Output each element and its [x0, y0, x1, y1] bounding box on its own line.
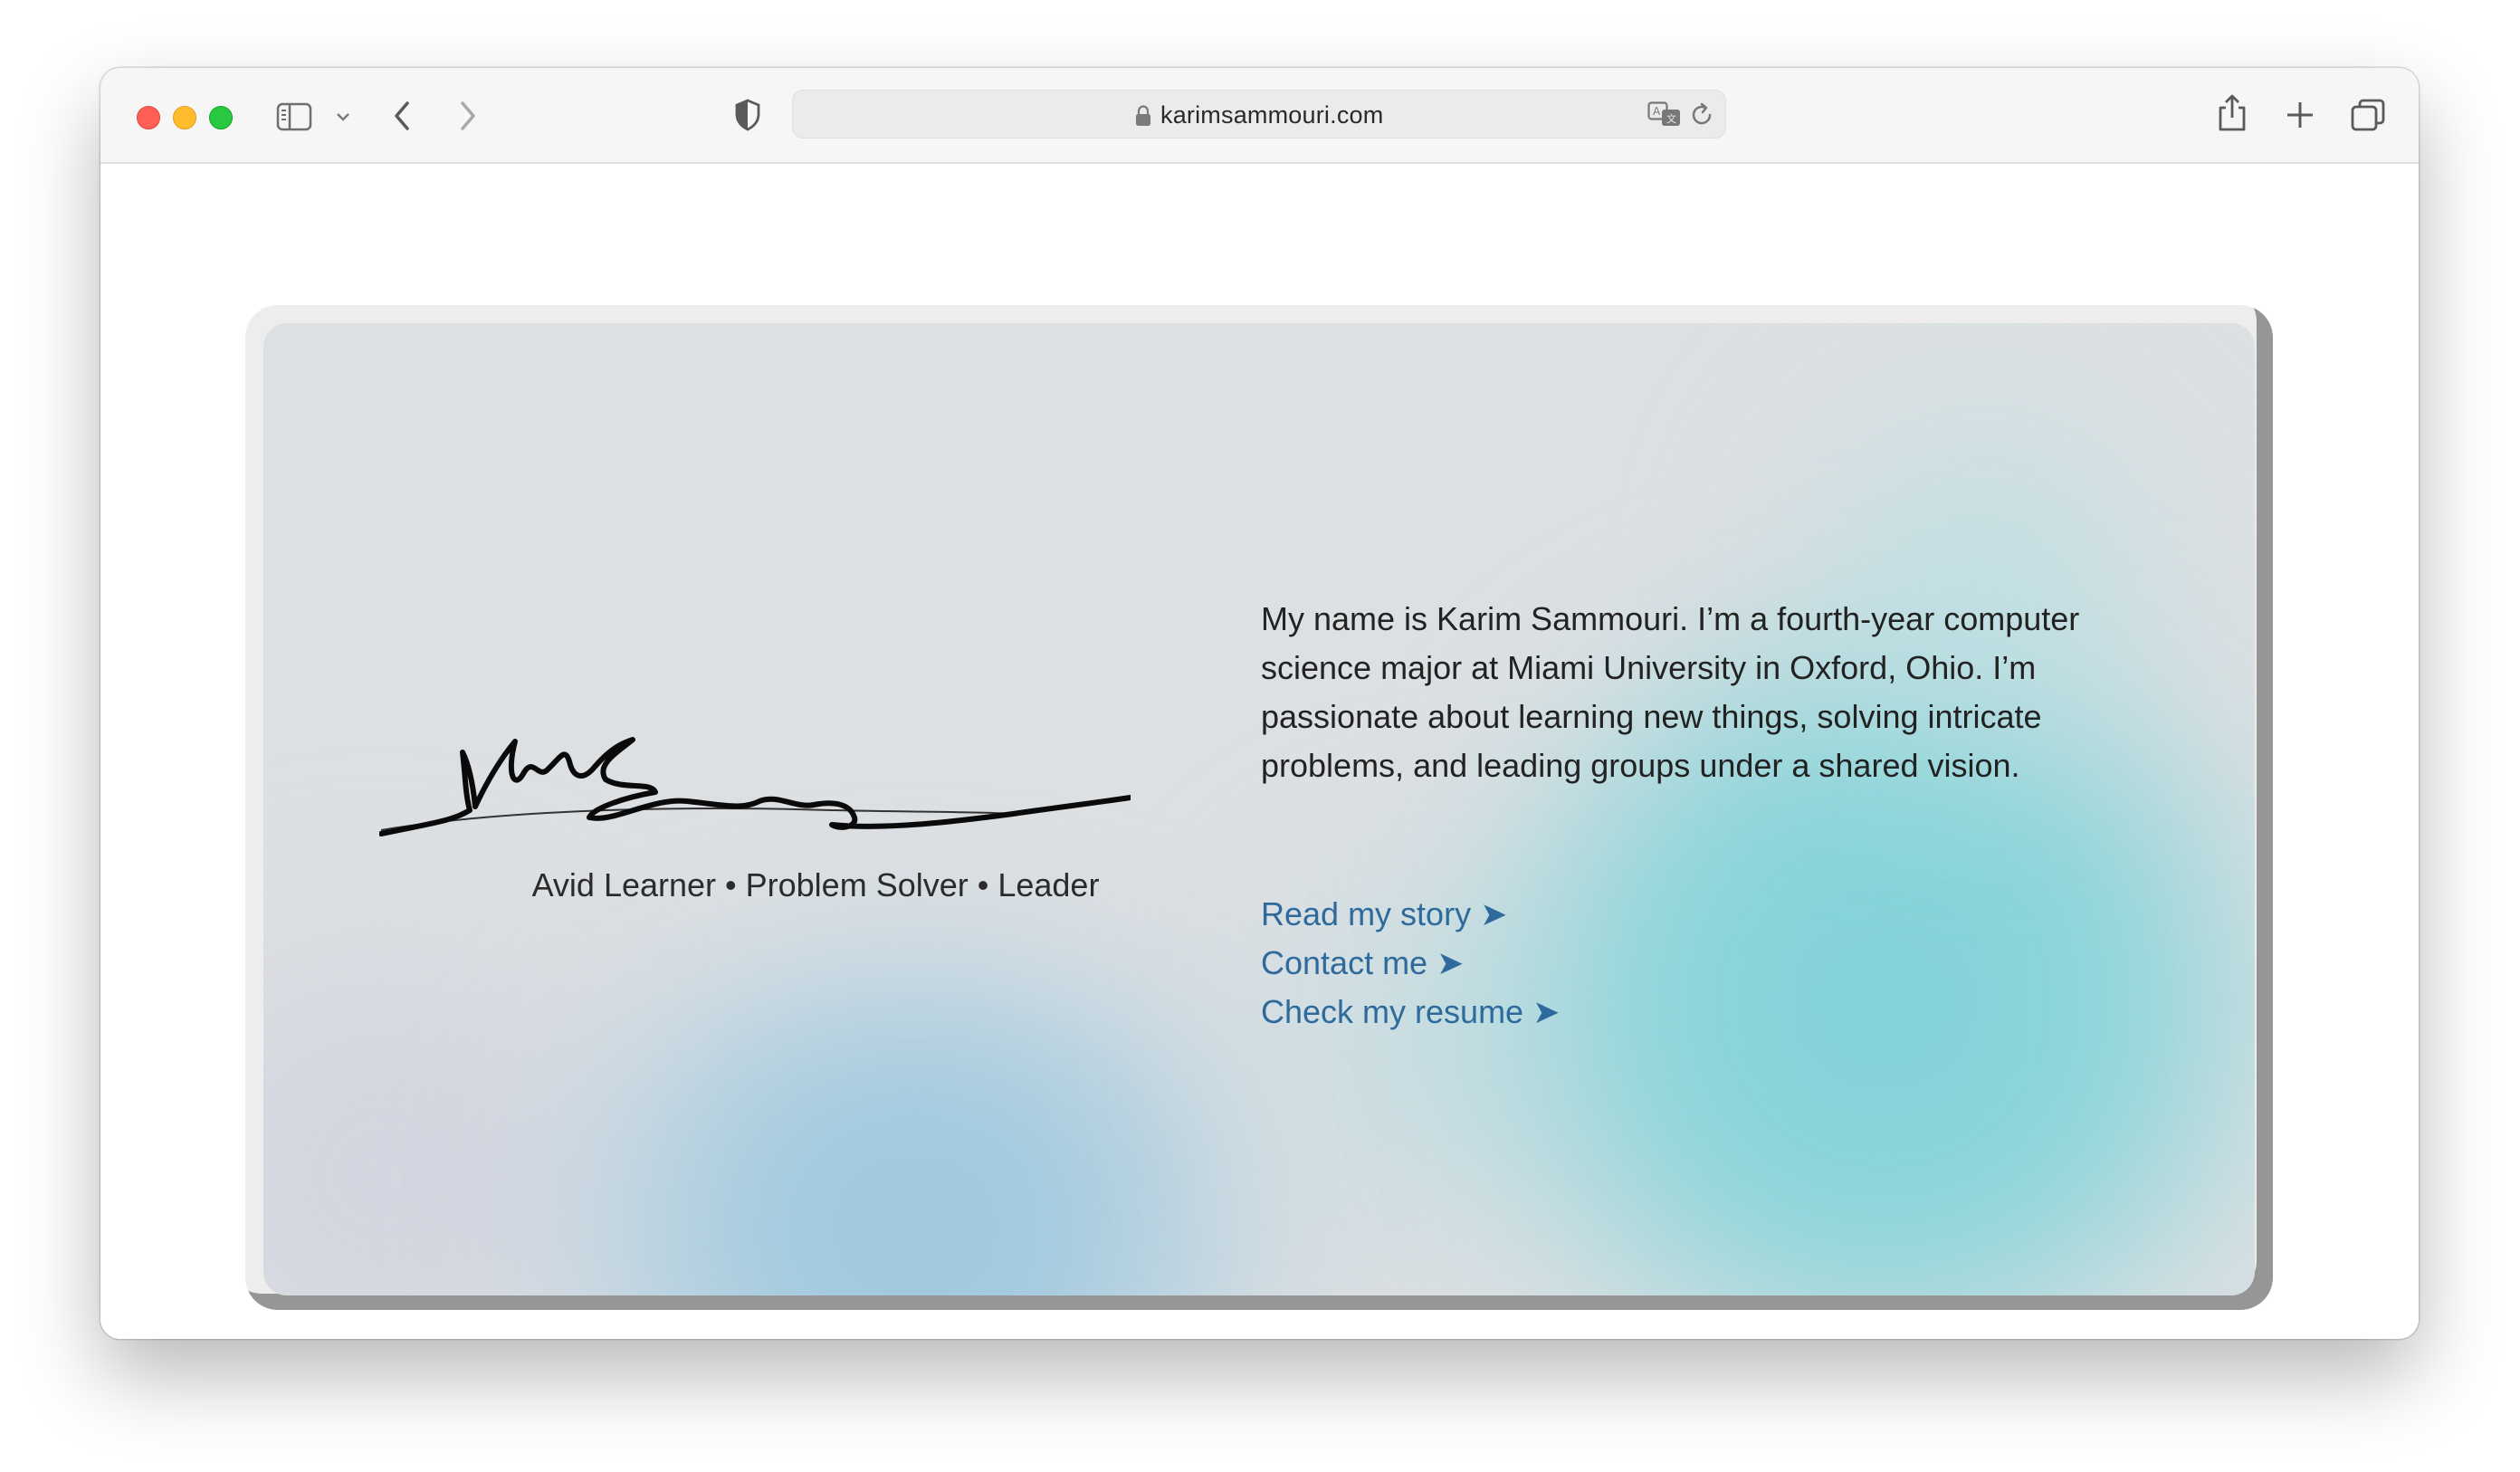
close-window-button[interactable] [137, 106, 160, 129]
lock-icon [1135, 105, 1151, 131]
plus-icon[interactable] [2286, 100, 2315, 129]
url-text: karimsammouri.com [1160, 101, 1384, 129]
page-content: Avid Learner • Problem Solver • Leader M… [100, 164, 2419, 1339]
read-my-story-link[interactable]: Read my story ➤ [1261, 890, 1560, 939]
reload-icon[interactable] [1691, 102, 1714, 132]
contact-me-link[interactable]: Contact me ➤ [1261, 939, 1560, 988]
bio-paragraph: My name is Karim Sammouri. I’m a fourth-… [1261, 600, 2080, 784]
check-my-resume-link[interactable]: Check my resume ➤ [1261, 988, 1560, 1037]
svg-text:文: 文 [1666, 112, 1676, 125]
chevron-down-icon[interactable] [336, 111, 350, 122]
address-bar[interactable]: karimsammouri.com A 文 [792, 90, 1726, 139]
link-list: Read my story ➤ Contact me ➤ Check my re… [1261, 890, 1560, 1037]
browser-window: karimsammouri.com A 文 Avid Learner • Pro… [100, 68, 2419, 1339]
signature-image [379, 737, 1131, 836]
translate-icon[interactable]: A 文 [1647, 101, 1682, 133]
chevron-left-icon[interactable] [392, 100, 412, 131]
tagline: Avid Learner • Problem Solver • Leader [531, 866, 1100, 903]
browser-toolbar: karimsammouri.com A 文 [100, 68, 2419, 164]
share-icon[interactable] [2218, 93, 2247, 131]
hero-card: Avid Learner • Problem Solver • Leader M… [263, 323, 2255, 1295]
chevron-right-icon[interactable] [458, 100, 478, 131]
shield-icon[interactable] [734, 99, 761, 131]
svg-text:A: A [1653, 105, 1661, 118]
tab-overview-icon[interactable] [2351, 99, 2385, 131]
minimize-window-button[interactable] [173, 106, 196, 129]
sidebar-icon[interactable] [276, 102, 312, 131]
zoom-window-button[interactable] [209, 106, 233, 129]
